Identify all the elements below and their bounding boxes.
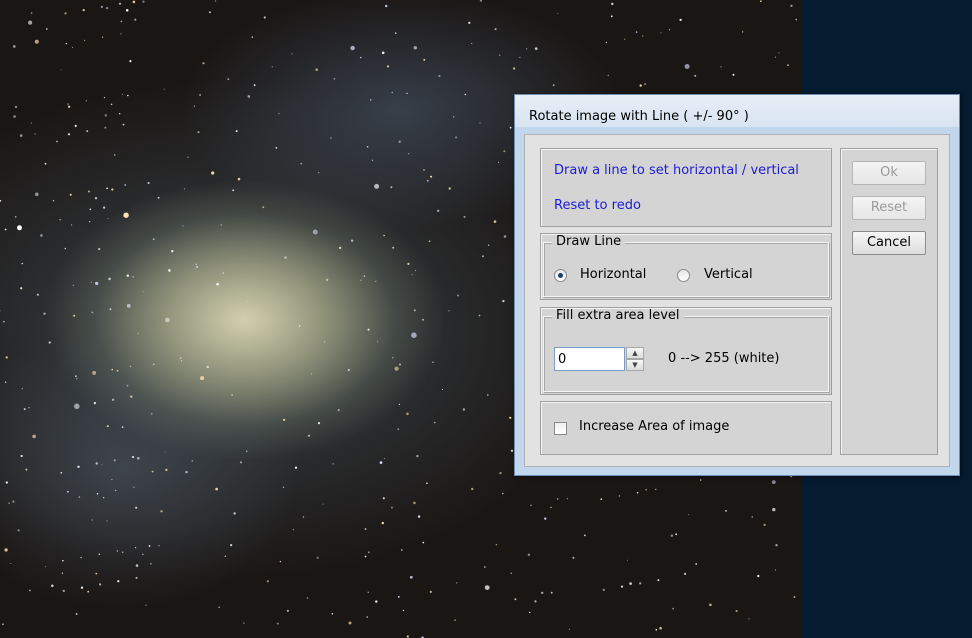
spin-down-arrow-icon[interactable]: ▼ <box>626 359 644 371</box>
draw-line-legend: Draw Line <box>552 234 626 249</box>
fill-level-spinner[interactable]: ▲ ▼ <box>626 347 644 371</box>
fill-level-panel: Fill extra area level ▲ ▼ 0 --> 255 (whi… <box>540 307 832 395</box>
fill-level-input[interactable] <box>554 347 625 371</box>
vertical-radio[interactable] <box>677 269 690 282</box>
fill-level-group: Fill extra area level ▲ ▼ 0 --> 255 (whi… <box>543 308 829 392</box>
dialog-title[interactable]: Rotate image with Line ( +/- 90° ) <box>515 95 959 127</box>
reset-button[interactable]: Reset <box>852 196 926 220</box>
cancel-button[interactable]: Cancel <box>852 231 926 255</box>
fill-range-label: 0 --> 255 (white) <box>668 351 780 366</box>
dialog-client-area: Draw a line to set horizontal / vertical… <box>524 134 950 467</box>
ok-button[interactable]: Ok <box>852 161 926 185</box>
instructions-panel: Draw a line to set horizontal / vertical… <box>540 148 832 227</box>
draw-line-instruction-link[interactable]: Draw a line to set horizontal / vertical <box>554 163 799 178</box>
spin-up-arrow-icon[interactable]: ▲ <box>626 347 644 359</box>
increase-area-checkbox[interactable] <box>554 422 567 435</box>
draw-line-group: Draw Line Horizontal Vertical <box>543 234 829 297</box>
draw-line-panel: Draw Line Horizontal Vertical <box>540 233 832 300</box>
reset-to-redo-link[interactable]: Reset to redo <box>554 198 641 213</box>
increase-area-label[interactable]: Increase Area of image <box>579 419 729 434</box>
rotate-image-dialog: Rotate image with Line ( +/- 90° ) Draw … <box>514 94 960 476</box>
buttons-panel: Ok Reset Cancel <box>840 148 938 455</box>
vertical-label[interactable]: Vertical <box>704 267 753 282</box>
horizontal-label[interactable]: Horizontal <box>580 267 646 282</box>
increase-area-panel: Increase Area of image <box>540 401 832 455</box>
fill-level-legend: Fill extra area level <box>552 308 684 323</box>
horizontal-radio[interactable] <box>554 269 567 282</box>
